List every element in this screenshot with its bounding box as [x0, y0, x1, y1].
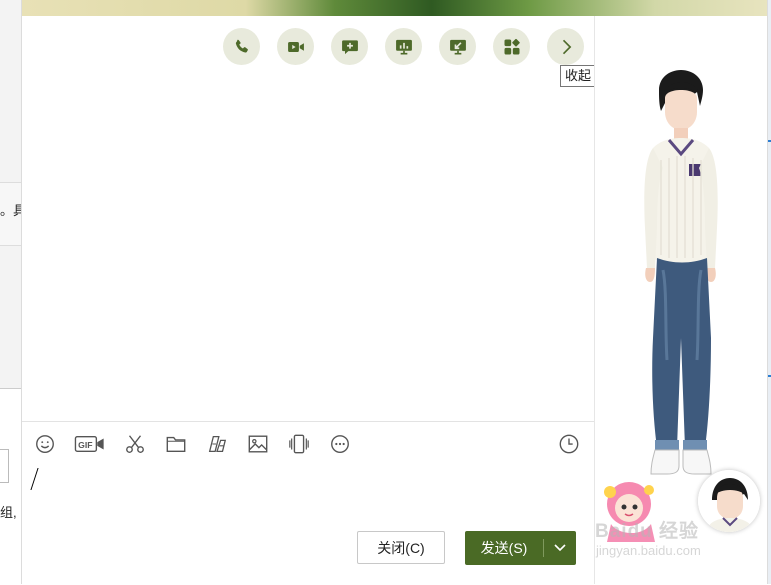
background-window-field	[0, 449, 9, 483]
image-button[interactable]	[245, 431, 271, 457]
window-banner	[22, 0, 767, 16]
show-figure-image	[644, 70, 718, 475]
emoji-button[interactable]	[32, 431, 58, 457]
remote-assist-icon	[449, 39, 466, 54]
shake-button[interactable]	[286, 431, 312, 457]
input-toolbar: GIF	[32, 431, 368, 457]
send-options-dropdown[interactable]	[544, 543, 576, 553]
phone-icon	[235, 39, 248, 53]
clock-icon	[559, 434, 579, 454]
message-input[interactable]	[26, 460, 592, 520]
input-divider	[22, 421, 594, 422]
baidu-watermark-url: jingyan.baidu.com	[596, 543, 701, 558]
chat-window: 收起 Baidu 经验 jingyan.baidu.com GIF 关闭(C) …	[21, 0, 768, 584]
emoji-icon	[36, 435, 54, 453]
message-history-button[interactable]	[557, 432, 581, 456]
avatar[interactable]	[698, 470, 760, 532]
video-call-button[interactable]	[277, 28, 314, 65]
background-text-bottom: 组,	[0, 505, 17, 520]
baidu-watermark: Baidu 经验	[595, 521, 700, 542]
group-chat-button[interactable]	[331, 28, 368, 65]
apps-button[interactable]	[493, 28, 530, 65]
font-button[interactable]	[204, 431, 230, 457]
remote-assist-button[interactable]	[439, 28, 476, 65]
gif-button[interactable]: GIF	[73, 431, 107, 457]
fonts-icon	[208, 436, 227, 452]
chat-add-icon	[341, 39, 358, 54]
more-icon	[331, 435, 349, 453]
message-area[interactable]	[22, 16, 594, 421]
background-text-top: 。具	[0, 203, 21, 218]
svg-text:GIF: GIF	[78, 440, 92, 450]
avatar-image	[698, 470, 760, 532]
folder-icon	[166, 436, 186, 453]
chevron-right-icon	[562, 39, 571, 54]
more-button[interactable]	[327, 431, 353, 457]
screenshot-scissors-icon	[126, 435, 144, 453]
screen-share-icon	[395, 39, 412, 54]
collapse-tooltip: 收起	[560, 65, 597, 87]
apps-icon	[504, 38, 520, 54]
shake-icon	[289, 434, 309, 454]
screenshot-button[interactable]	[122, 431, 148, 457]
voice-call-button[interactable]	[223, 28, 260, 65]
background-window-panel	[0, 388, 21, 585]
chevron-down-icon	[554, 544, 566, 552]
file-button[interactable]	[163, 431, 189, 457]
chat-toolbar	[223, 28, 584, 65]
send-label[interactable]: 发送(S)	[465, 538, 543, 558]
video-icon	[287, 41, 304, 52]
close-button[interactable]: 关闭(C)	[357, 531, 445, 564]
image-icon	[248, 435, 268, 453]
collapse-button[interactable]	[547, 28, 584, 65]
side-panel: Baidu 经验 jingyan.baidu.com	[594, 16, 767, 584]
send-button[interactable]: 发送(S)	[465, 531, 576, 565]
text-caret	[30, 468, 39, 490]
presentation-button[interactable]	[385, 28, 422, 65]
gif-icon: GIF	[74, 436, 104, 452]
